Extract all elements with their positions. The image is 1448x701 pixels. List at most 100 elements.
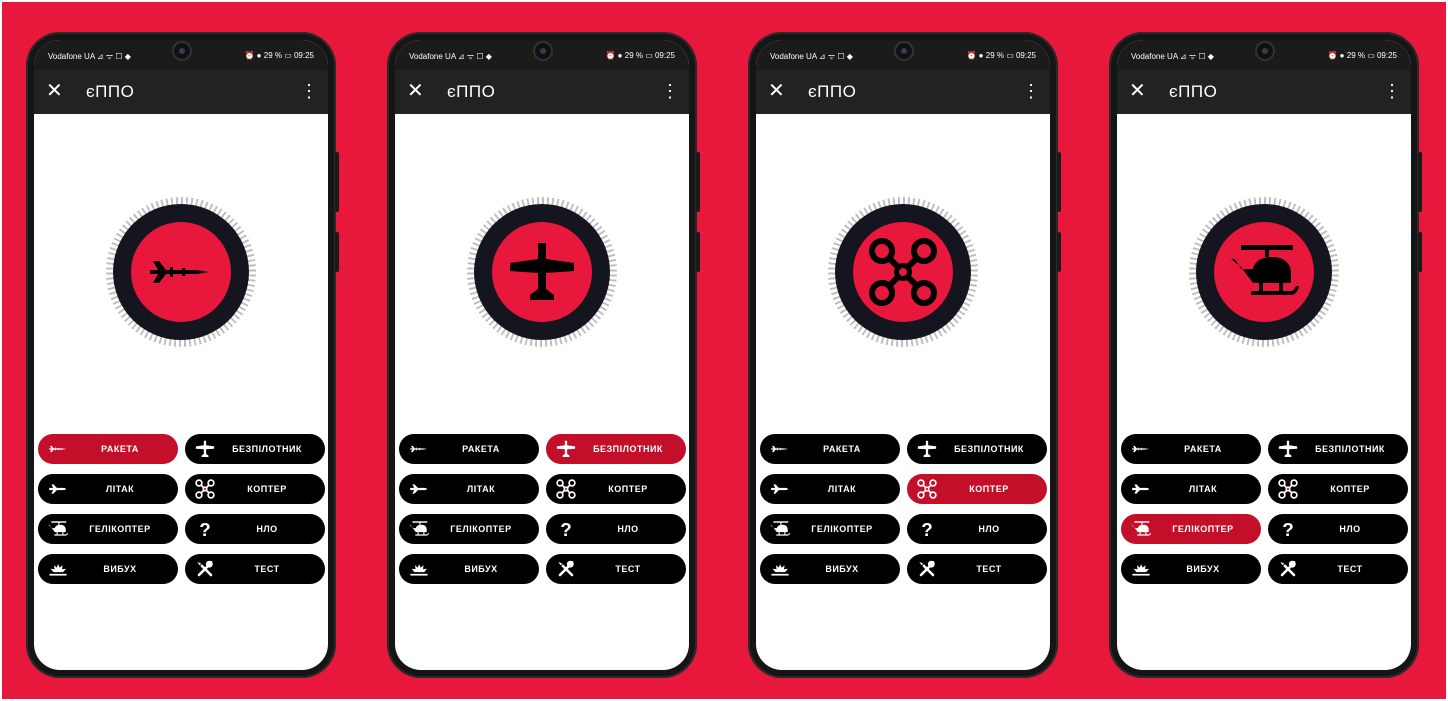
button-test[interactable]: ТЕСТ xyxy=(546,554,686,584)
close-icon[interactable]: ✕ xyxy=(1129,79,1146,103)
button-label: РАКЕТА xyxy=(1184,444,1222,454)
phone-mockup: Vodafone UA ⊿ ᯤ ☐ ◆ ⏰ ● 29 % ▭ 09:25 ✕ є… xyxy=(26,32,339,678)
dial-ring xyxy=(835,204,971,340)
button-helikopter[interactable]: ГЕЛІКОПТЕР xyxy=(399,514,539,544)
button-vybukh[interactable]: ВИБУХ xyxy=(1121,554,1261,584)
button-label: КОПТЕР xyxy=(608,484,648,494)
front-camera-icon xyxy=(535,43,551,59)
button-bezpilotnyk[interactable]: БЕЗПІЛОТНИК xyxy=(907,434,1047,464)
button-label: ГЕЛІКОПТЕР xyxy=(89,524,151,534)
button-label: ТЕСТ xyxy=(1337,564,1363,574)
button-label: ТЕСТ xyxy=(976,564,1002,574)
button-label: ГЕЛІКОПТЕР xyxy=(1172,524,1234,534)
button-raketa[interactable]: РАКЕТА xyxy=(760,434,900,464)
app-bar: ✕ єППО ⋮ xyxy=(1117,70,1411,114)
front-camera-icon xyxy=(896,43,912,59)
button-label: ВИБУХ xyxy=(464,564,498,574)
volume-button xyxy=(1057,152,1061,212)
button-label: НЛО xyxy=(978,524,1000,534)
button-label: ЛІТАК xyxy=(466,484,496,494)
status-indicators: ⏰ ● 29 % ▭ 09:25 xyxy=(1327,51,1398,60)
button-helikopter[interactable]: ГЕЛІКОПТЕР xyxy=(1121,514,1261,544)
alert-dial xyxy=(106,197,256,347)
power-button xyxy=(696,232,700,272)
button-bezpilotnyk[interactable]: БЕЗПІЛОТНИК xyxy=(185,434,325,464)
button-test[interactable]: ТЕСТ xyxy=(907,554,1047,584)
front-camera-icon xyxy=(1257,43,1273,59)
svg-text:?: ? xyxy=(921,519,933,539)
button-label: ТЕСТ xyxy=(254,564,280,574)
status-bar: Vodafone UA ⊿ ᯤ ☐ ◆ ⏰ ● 29 % ▭ 09:25 xyxy=(395,40,689,70)
button-kopter[interactable]: КОПТЕР xyxy=(185,474,325,504)
button-nlo[interactable]: ? НЛО xyxy=(1268,514,1408,544)
button-label: РАКЕТА xyxy=(101,444,139,454)
button-raketa[interactable]: РАКЕТА xyxy=(38,434,178,464)
more-menu-icon[interactable]: ⋮ xyxy=(661,79,679,103)
button-raketa[interactable]: РАКЕТА xyxy=(399,434,539,464)
button-test[interactable]: ТЕСТ xyxy=(1268,554,1408,584)
phone-screen: Vodafone UA ⊿ ᯤ ☐ ◆ ⏰ ● 29 % ▭ 09:25 ✕ є… xyxy=(1117,40,1411,670)
carrier-text: Vodafone UA ⊿ ᯤ ☐ ◆ xyxy=(48,52,131,61)
button-bezpilotnyk[interactable]: БЕЗПІЛОТНИК xyxy=(1268,434,1408,464)
dial-face xyxy=(492,222,592,322)
status-bar: Vodafone UA ⊿ ᯤ ☐ ◆ ⏰ ● 29 % ▭ 09:25 xyxy=(1117,40,1411,70)
dial-face xyxy=(853,222,953,322)
drone-plane-icon xyxy=(510,243,574,300)
button-test[interactable]: ТЕСТ xyxy=(185,554,325,584)
dial-face xyxy=(131,222,231,322)
button-label: ТЕСТ xyxy=(615,564,641,574)
close-icon[interactable]: ✕ xyxy=(768,79,785,103)
button-nlo[interactable]: ? НЛО xyxy=(546,514,686,544)
promo-background: Vodafone UA ⊿ ᯤ ☐ ◆ ⏰ ● 29 % ▭ 09:25 ✕ є… xyxy=(2,2,1446,699)
svg-text:?: ? xyxy=(199,519,211,539)
button-vybukh[interactable]: ВИБУХ xyxy=(399,554,539,584)
carrier-text: Vodafone UA ⊿ ᯤ ☐ ◆ xyxy=(1131,52,1214,61)
button-litak[interactable]: ЛІТАК xyxy=(1121,474,1261,504)
button-label: БЕЗПІЛОТНИК xyxy=(593,444,663,454)
button-bezpilotnyk[interactable]: БЕЗПІЛОТНИК xyxy=(546,434,686,464)
button-helikopter[interactable]: ГЕЛІКОПТЕР xyxy=(760,514,900,544)
missile-icon xyxy=(150,261,212,283)
button-litak[interactable]: ЛІТАК xyxy=(399,474,539,504)
phone-mockup: Vodafone UA ⊿ ᯤ ☐ ◆ ⏰ ● 29 % ▭ 09:25 ✕ є… xyxy=(387,32,700,678)
phone-screen: Vodafone UA ⊿ ᯤ ☐ ◆ ⏰ ● 29 % ▭ 09:25 ✕ є… xyxy=(34,40,328,670)
dial-ring xyxy=(474,204,610,340)
status-indicators: ⏰ ● 29 % ▭ 09:25 xyxy=(244,51,315,60)
button-vybukh[interactable]: ВИБУХ xyxy=(38,554,178,584)
volume-button xyxy=(696,152,700,212)
svg-text:?: ? xyxy=(1282,519,1294,539)
button-nlo[interactable]: ? НЛО xyxy=(907,514,1047,544)
button-label: ВИБУХ xyxy=(825,564,859,574)
quadcopter-icon xyxy=(869,238,937,306)
button-label: ГЕЛІКОПТЕР xyxy=(811,524,873,534)
close-icon[interactable]: ✕ xyxy=(46,79,63,103)
helicopter-icon xyxy=(1231,245,1299,295)
button-vybukh[interactable]: ВИБУХ xyxy=(760,554,900,584)
phone-screen: Vodafone UA ⊿ ᯤ ☐ ◆ ⏰ ● 29 % ▭ 09:25 ✕ є… xyxy=(756,40,1050,670)
more-menu-icon[interactable]: ⋮ xyxy=(1383,79,1401,103)
button-nlo[interactable]: ? НЛО xyxy=(185,514,325,544)
power-button xyxy=(1057,232,1061,272)
button-label: БЕЗПІЛОТНИК xyxy=(232,444,302,454)
status-bar: Vodafone UA ⊿ ᯤ ☐ ◆ ⏰ ● 29 % ▭ 09:25 xyxy=(34,40,328,70)
button-label: БЕЗПІЛОТНИК xyxy=(1315,444,1385,454)
button-kopter[interactable]: КОПТЕР xyxy=(1268,474,1408,504)
more-menu-icon[interactable]: ⋮ xyxy=(1022,79,1040,103)
button-litak[interactable]: ЛІТАК xyxy=(760,474,900,504)
button-label: ЛІТАК xyxy=(827,484,857,494)
close-icon[interactable]: ✕ xyxy=(407,79,424,103)
button-raketa[interactable]: РАКЕТА xyxy=(1121,434,1261,464)
power-button xyxy=(1418,232,1422,272)
button-kopter[interactable]: КОПТЕР xyxy=(907,474,1047,504)
button-litak[interactable]: ЛІТАК xyxy=(38,474,178,504)
carrier-text: Vodafone UA ⊿ ᯤ ☐ ◆ xyxy=(409,52,492,61)
button-label: КОПТЕР xyxy=(969,484,1009,494)
more-menu-icon[interactable]: ⋮ xyxy=(300,79,318,103)
dial-ring xyxy=(113,204,249,340)
app-title: єППО xyxy=(1169,82,1218,101)
button-kopter[interactable]: КОПТЕР xyxy=(546,474,686,504)
button-label: РАКЕТА xyxy=(462,444,500,454)
button-label: РАКЕТА xyxy=(823,444,861,454)
button-label: ЛІТАК xyxy=(1188,484,1218,494)
button-helikopter[interactable]: ГЕЛІКОПТЕР xyxy=(38,514,178,544)
